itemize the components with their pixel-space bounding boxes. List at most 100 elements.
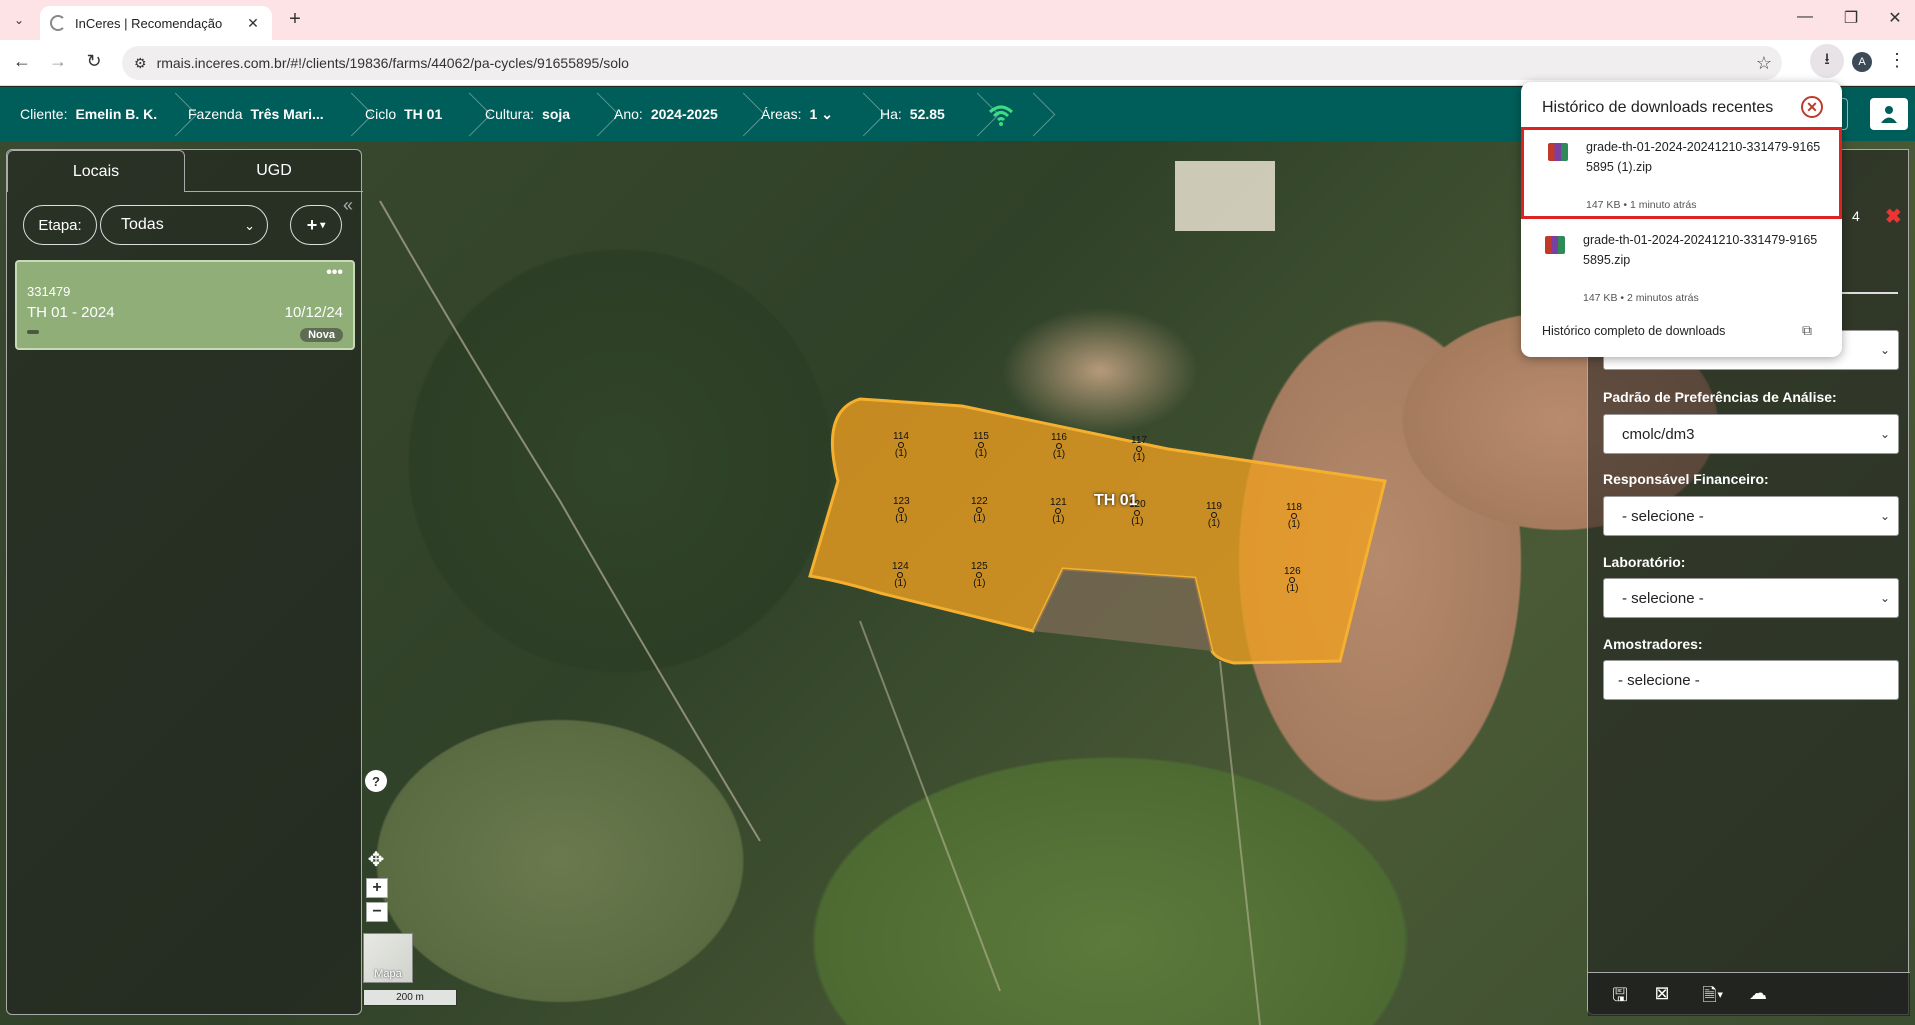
point-id: 115 xyxy=(973,431,989,442)
add-button[interactable]: + ▾ xyxy=(290,205,342,245)
downloads-icon[interactable]: ⭳ xyxy=(1810,44,1844,78)
sample-point[interactable]: 123 (1) xyxy=(893,496,910,524)
point-count: (1) xyxy=(1286,583,1299,594)
sample-point[interactable]: 125 (1) xyxy=(971,561,988,589)
tab-search-icon[interactable]: ⌄ xyxy=(8,9,30,31)
point-id: 121 xyxy=(1050,497,1067,508)
close-icon[interactable]: ✕ xyxy=(1801,96,1823,118)
sample-point[interactable]: 115 (1) xyxy=(973,431,989,459)
ha-label: Ha: xyxy=(880,106,902,122)
sample-point[interactable]: 121 (1) xyxy=(1050,497,1067,525)
etapa-select[interactable]: Todas ⌄ xyxy=(100,205,268,245)
close-icon[interactable]: ✖ xyxy=(1885,204,1902,229)
download-meta: 147 KB • 1 minuto atrás xyxy=(1586,199,1697,211)
excel-icon[interactable]: ⊠ xyxy=(1650,983,1674,1004)
breadcrumb-ciclo[interactable]: Ciclo TH 01 xyxy=(365,87,442,141)
browser-tab[interactable]: InCeres | Recomendação ✕ xyxy=(40,6,272,40)
card-menu-icon[interactable]: ••• xyxy=(326,264,343,282)
chevron-down-icon: ⌄ xyxy=(1879,591,1890,605)
analysis-preferences-select[interactable]: cmolc/dm3 ⌄ xyxy=(1603,414,1899,454)
point-count: (1) xyxy=(1052,514,1065,525)
zip-file-icon xyxy=(1545,236,1565,254)
restore-icon[interactable]: ❐ xyxy=(1836,8,1866,28)
downloads-popup: Histórico de downloads recentes ✕ grade-… xyxy=(1521,82,1842,357)
address-bar[interactable]: ⚙ rmais.inceres.com.br/#!/clients/19836/… xyxy=(122,46,1782,80)
cultura-label: Cultura: xyxy=(485,106,535,122)
minimize-icon[interactable]: — xyxy=(1790,8,1820,26)
bookmark-star-icon[interactable]: ☆ xyxy=(1756,53,1772,74)
location-card[interactable]: ••• 331479 TH 01 - 2024 10/12/24 Nova xyxy=(15,260,355,350)
window-close-icon[interactable]: ✕ xyxy=(1880,8,1910,28)
breadcrumb-ano[interactable]: Ano: 2024-2025 xyxy=(614,87,718,141)
collapse-panel-icon[interactable]: « xyxy=(343,195,353,216)
financeiro-select[interactable]: - selecione - ⌄ xyxy=(1603,496,1899,536)
point-count: (1) xyxy=(974,448,988,459)
chevron-down-icon: ⌄ xyxy=(1879,509,1890,523)
point-id: 124 xyxy=(892,561,909,572)
export-file-icon[interactable]: 🗎▾ xyxy=(1696,983,1730,1013)
right-panel-footer: 🖫 ⊠ 🗎▾ ☁ xyxy=(1588,972,1910,1016)
left-panel: Locais UGD Etapa: Todas ⌄ + ▾ « ••• 3314… xyxy=(6,149,363,1015)
open-external-icon[interactable]: ⧉ xyxy=(1802,322,1812,339)
forward-icon[interactable]: → xyxy=(46,51,70,72)
zoom-in-button[interactable]: + xyxy=(366,878,388,898)
tab-locais[interactable]: Locais xyxy=(7,150,185,192)
zoom-out-button[interactable]: − xyxy=(366,902,388,922)
point-count: (1) xyxy=(894,578,907,589)
left-panel-tabs: Locais UGD xyxy=(7,150,363,192)
reload-icon[interactable]: ↻ xyxy=(82,51,106,72)
sample-point[interactable]: 126 (1) xyxy=(1284,566,1301,594)
browser-toolbar: ← → ↻ ⚙ rmais.inceres.com.br/#!/clients/… xyxy=(0,40,1915,86)
breadcrumb-cliente[interactable]: Cliente: Emelin B. K. xyxy=(20,87,157,141)
point-count: (1) xyxy=(1131,516,1144,527)
sample-point[interactable]: 117 (1) xyxy=(1131,435,1147,463)
downloads-title: Histórico de downloads recentes xyxy=(1542,99,1774,116)
sample-point[interactable]: 116 (1) xyxy=(1051,432,1067,460)
profile-avatar[interactable]: A xyxy=(1852,52,1872,72)
sample-point[interactable]: 122 (1) xyxy=(971,496,988,524)
laboratorio-value: - selecione - xyxy=(1622,589,1704,607)
sample-point[interactable]: 124 (1) xyxy=(892,561,909,589)
point-id: 123 xyxy=(893,496,910,507)
financeiro-value: - selecione - xyxy=(1622,507,1704,525)
download-item[interactable]: grade-th-01-2024-20241210-331479-9165589… xyxy=(1521,224,1842,304)
amostradores-select[interactable]: - selecione - xyxy=(1603,660,1899,700)
cliente-value: Emelin B. K. xyxy=(75,106,158,122)
save-icon[interactable]: 🖫 xyxy=(1608,983,1632,1013)
site-info-icon[interactable]: ⚙ xyxy=(134,55,147,72)
ano-label: Ano: xyxy=(614,106,643,122)
point-count: (1) xyxy=(973,513,986,524)
help-icon[interactable]: ? xyxy=(365,770,387,792)
basemap-toggle[interactable]: Mapa xyxy=(363,933,413,983)
breadcrumb-cultura[interactable]: Cultura: soja xyxy=(485,87,570,141)
point-id: 125 xyxy=(971,561,988,572)
laboratorio-select[interactable]: - selecione - ⌄ xyxy=(1603,578,1899,618)
point-id: 118 xyxy=(1286,502,1302,513)
ano-value: 2024-2025 xyxy=(650,106,718,122)
download-filename: grade-th-01-2024-20241210-331479-9165589… xyxy=(1583,233,1818,267)
back-icon[interactable]: ← xyxy=(10,51,34,72)
etapa-label: Etapa: xyxy=(23,205,97,245)
user-icon[interactable] xyxy=(1870,98,1908,130)
tab-close-icon[interactable]: ✕ xyxy=(244,15,262,32)
scale-bar: 200 m xyxy=(363,990,457,1006)
ciclo-value: TH 01 xyxy=(404,106,443,122)
point-count: (1) xyxy=(1052,449,1066,460)
sample-point[interactable]: 118 (1) xyxy=(1286,502,1302,530)
amostradores-label: Amostradores: xyxy=(1603,636,1703,652)
tab-ugd[interactable]: UGD xyxy=(185,150,363,192)
tab-title: InCeres | Recomendação xyxy=(75,15,223,31)
move-icon[interactable]: ✥ xyxy=(365,848,387,871)
new-tab-icon[interactable]: + xyxy=(284,8,306,31)
point-id: 119 xyxy=(1206,501,1222,512)
sample-point[interactable]: 119 (1) xyxy=(1206,501,1222,529)
areas-dropdown[interactable]: Áreas: 1 ⌄ xyxy=(761,87,833,141)
financeiro-label: Responsável Financeiro: xyxy=(1603,471,1769,487)
sample-point[interactable]: 114 (1) xyxy=(893,431,909,459)
browser-menu-icon[interactable]: ⋮ xyxy=(1888,50,1906,71)
plus-icon: + xyxy=(306,214,318,235)
full-download-history-link[interactable]: Histórico completo de downloads xyxy=(1542,324,1725,338)
breadcrumb-fazenda[interactable]: Fazenda Três Mari... xyxy=(188,87,324,141)
upload-cloud-icon[interactable]: ☁ xyxy=(1746,983,1770,1004)
download-item[interactable]: grade-th-01-2024-20241210-331479-9165589… xyxy=(1521,127,1842,219)
